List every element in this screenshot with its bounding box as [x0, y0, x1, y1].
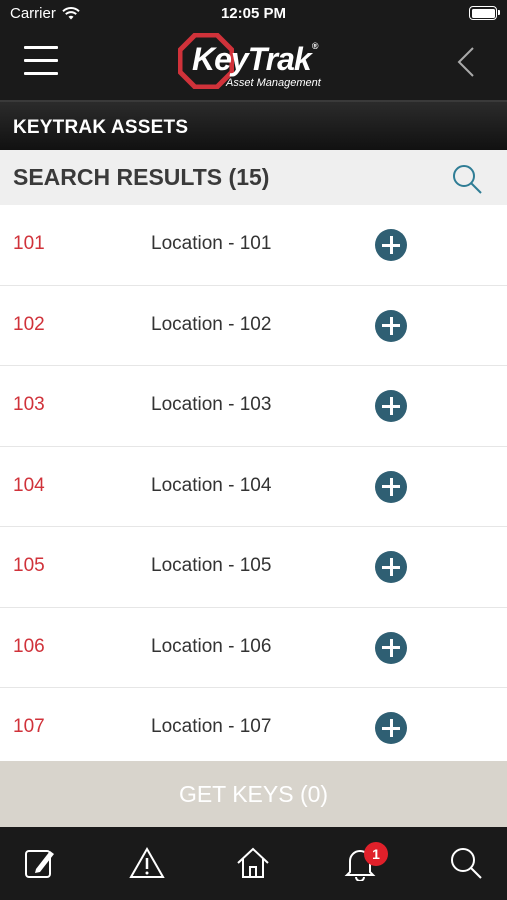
asset-id[interactable]: 101: [13, 233, 45, 255]
list-item[interactable]: 107 Location - 107: [0, 688, 507, 761]
asset-id[interactable]: 103: [13, 394, 45, 416]
asset-location: Location - 104: [151, 474, 272, 496]
list-item[interactable]: 102 Location - 102: [0, 286, 507, 366]
menu-icon[interactable]: [24, 46, 58, 76]
bottom-tab-bar: [0, 827, 507, 900]
search-icon[interactable]: [448, 845, 484, 881]
battery-icon: [469, 6, 500, 20]
list-item[interactable]: 103 Location - 103: [0, 366, 507, 447]
asset-location: Location - 103: [151, 394, 272, 415]
asset-id[interactable]: 107: [13, 716, 45, 738]
asset-id[interactable]: 104: [13, 475, 45, 497]
home-icon[interactable]: [235, 845, 271, 881]
search-results-header: SEARCH RESULTS (15): [0, 150, 507, 205]
warning-icon[interactable]: [129, 845, 165, 881]
asset-location: Location - 107: [151, 716, 272, 737]
add-circle-icon[interactable]: [375, 229, 407, 261]
get-keys-button[interactable]: GET KEYS (0): [0, 761, 507, 827]
asset-location: Location - 102: [151, 313, 272, 335]
asset-location: Location - 101: [151, 233, 272, 254]
results-list: 101 Location - 101 102 Location - 102 10…: [0, 205, 507, 761]
list-item[interactable]: 106 Location - 106: [0, 608, 507, 688]
add-circle-icon[interactable]: [375, 631, 407, 664]
logo-tagline: Asset Management: [226, 77, 321, 89]
asset-id[interactable]: 102: [13, 314, 45, 336]
asset-location: Location - 105: [151, 555, 272, 576]
add-circle-icon[interactable]: [375, 551, 407, 583]
asset-id[interactable]: 106: [13, 636, 45, 658]
logo-wordmark: KeyTrak®: [192, 41, 318, 77]
asset-id[interactable]: 105: [13, 555, 45, 577]
add-circle-icon[interactable]: [375, 712, 407, 744]
add-circle-icon[interactable]: [375, 470, 407, 503]
status-time: 12:05 PM: [220, 5, 287, 22]
search-icon[interactable]: [451, 163, 483, 195]
add-circle-icon[interactable]: [375, 390, 407, 422]
list-item[interactable]: 104 Location - 104: [0, 447, 507, 527]
status-bar: Carrier 12:05 PM: [0, 0, 507, 28]
add-circle-icon[interactable]: [375, 309, 407, 342]
page-title: KEYTRAK ASSETS: [13, 117, 189, 138]
back-chevron-icon[interactable]: [457, 46, 475, 78]
notification-badge: 1: [364, 842, 388, 866]
search-results-heading: SEARCH RESULTS (15): [13, 164, 270, 190]
list-item[interactable]: 101 Location - 101: [0, 205, 507, 286]
list-item[interactable]: 105 Location - 105: [0, 527, 507, 608]
top-bar: Carrier 12:05 PM KeyTrak® Asset Manageme…: [0, 0, 507, 100]
keytrak-logo: KeyTrak® Asset Management: [178, 33, 330, 93]
asset-location: Location - 106: [151, 635, 272, 657]
section-title-bar: KEYTRAK ASSETS: [0, 100, 507, 150]
edit-icon[interactable]: [22, 845, 58, 881]
